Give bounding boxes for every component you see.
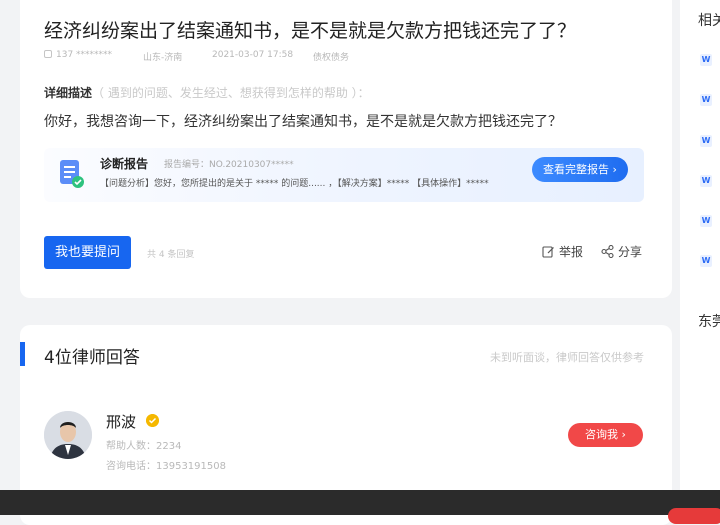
- answers-disclaimer: 未到听面谈，律师回答仅供参考: [490, 351, 644, 364]
- question-card: 经济纠纷案出了结案通知书，是不是就是欠款方把钱还完了了？ 137 *******…: [20, 0, 672, 298]
- lawyer-photo-icon: [44, 411, 92, 459]
- sidebar-doc-icon[interactable]: W: [700, 54, 712, 66]
- diagnosis-report[interactable]: 诊断报告 报告编号：NO.20210307***** 【问题分析】您好，您所提出…: [44, 148, 644, 202]
- verified-badge-icon: [146, 414, 159, 427]
- ask-question-button[interactable]: 我也要提问: [44, 236, 131, 269]
- description-label: 详细描述: [44, 86, 93, 100]
- sidebar-doc-icon[interactable]: W: [700, 255, 712, 267]
- meta-date: 2021-03-07 17:58: [212, 50, 294, 60]
- share-button[interactable]: 分享: [601, 243, 642, 260]
- description-hint: （ 遇到的问题、发生经过、想获得到怎样的帮助 ）：: [92, 86, 370, 100]
- consult-me-button[interactable]: 咨询我 ›: [568, 423, 643, 447]
- view-full-report-button[interactable]: 查看完整报告 ›: [532, 157, 628, 182]
- lawyer-name[interactable]: 邢波: [106, 411, 136, 432]
- bottom-action-button[interactable]: [668, 508, 720, 524]
- answers-title: 4位律师回答: [44, 348, 140, 368]
- sidebar-doc-icon[interactable]: W: [700, 215, 712, 227]
- description-row: 详细描述（ 遇到的问题、发生经过、想获得到怎样的帮助 ）：: [44, 84, 370, 101]
- report-document-icon: [60, 160, 84, 188]
- sidebar-doc-icon[interactable]: W: [700, 94, 712, 106]
- related-sidebar: 相关 W W W W W W 东莞: [680, 0, 720, 515]
- report-summary: 【问题分析】您好，您所提出的是关于 ***** 的问题...... ，【解决方案…: [100, 179, 489, 189]
- sidebar-doc-icon[interactable]: W: [700, 175, 712, 187]
- meta-user: 137 ********: [44, 50, 112, 60]
- reply-count: 共 4 条回复: [147, 250, 195, 260]
- sidebar-title: 相关: [698, 13, 720, 29]
- share-icon: [601, 245, 614, 258]
- meta-category: 债权债务: [313, 53, 350, 63]
- meta-location: 山东-济南: [143, 53, 183, 63]
- edit-report-icon: [542, 246, 554, 258]
- lawyer-phone: 咨询电话：13953191508: [106, 461, 226, 472]
- lawyer-avatar[interactable]: [44, 411, 92, 459]
- bottom-floating-bar: [0, 490, 720, 524]
- report-number: 报告编号：NO.20210307*****: [164, 160, 294, 170]
- user-icon: [44, 50, 52, 58]
- report-title: 诊断报告: [100, 157, 149, 171]
- lawyer-helped-count: 帮助人数：2234: [106, 441, 182, 452]
- question-body: 你好，我想咨询一下，经济纠纷案出了结案通知书，是不是就是欠款方把钱还完了？: [44, 114, 562, 130]
- report-abuse-button[interactable]: 举报: [542, 243, 583, 260]
- sidebar-doc-icon[interactable]: W: [700, 135, 712, 147]
- question-title: 经济纠纷案出了结案通知书，是不是就是欠款方把钱还完了了？: [44, 20, 577, 42]
- sidebar-section-title: 东莞: [698, 314, 720, 330]
- section-accent-bar: [20, 342, 25, 366]
